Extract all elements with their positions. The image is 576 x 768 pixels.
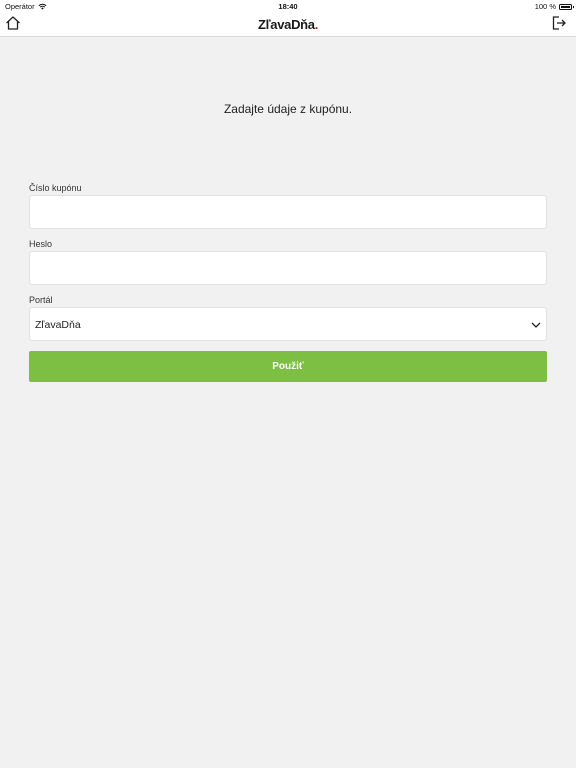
password-field-wrapper: [29, 251, 547, 285]
status-right: 100 %: [534, 2, 574, 11]
app-logo: ZľavaDňa.: [0, 17, 576, 32]
chevron-down-icon: [531, 322, 541, 328]
logout-icon[interactable]: [551, 15, 567, 31]
status-bar: Operátor 18:40 100 %: [0, 0, 576, 12]
nav-bar: ZľavaDňa.: [0, 12, 576, 37]
page-heading: Zadajte údaje z kupónu.: [223, 102, 353, 116]
portal-selected-value: ZľavaDňa: [35, 319, 81, 331]
password-label: Heslo: [29, 239, 53, 249]
coupon-number-field-wrapper: [29, 195, 547, 229]
coupon-number-input[interactable]: [30, 196, 546, 228]
portal-label: Portál: [29, 295, 53, 305]
battery-icon: [559, 3, 574, 10]
portal-select[interactable]: ZľavaDňa: [29, 307, 547, 341]
password-input[interactable]: [30, 252, 546, 284]
battery-percentage: 100 %: [534, 2, 556, 11]
logo-text: ZľavaDňa: [257, 17, 315, 32]
coupon-number-label: Číslo kupónu: [29, 183, 82, 193]
status-time: 18:40: [278, 2, 298, 11]
logo-dot: .: [314, 17, 319, 32]
apply-button[interactable]: Použiť: [29, 351, 547, 382]
